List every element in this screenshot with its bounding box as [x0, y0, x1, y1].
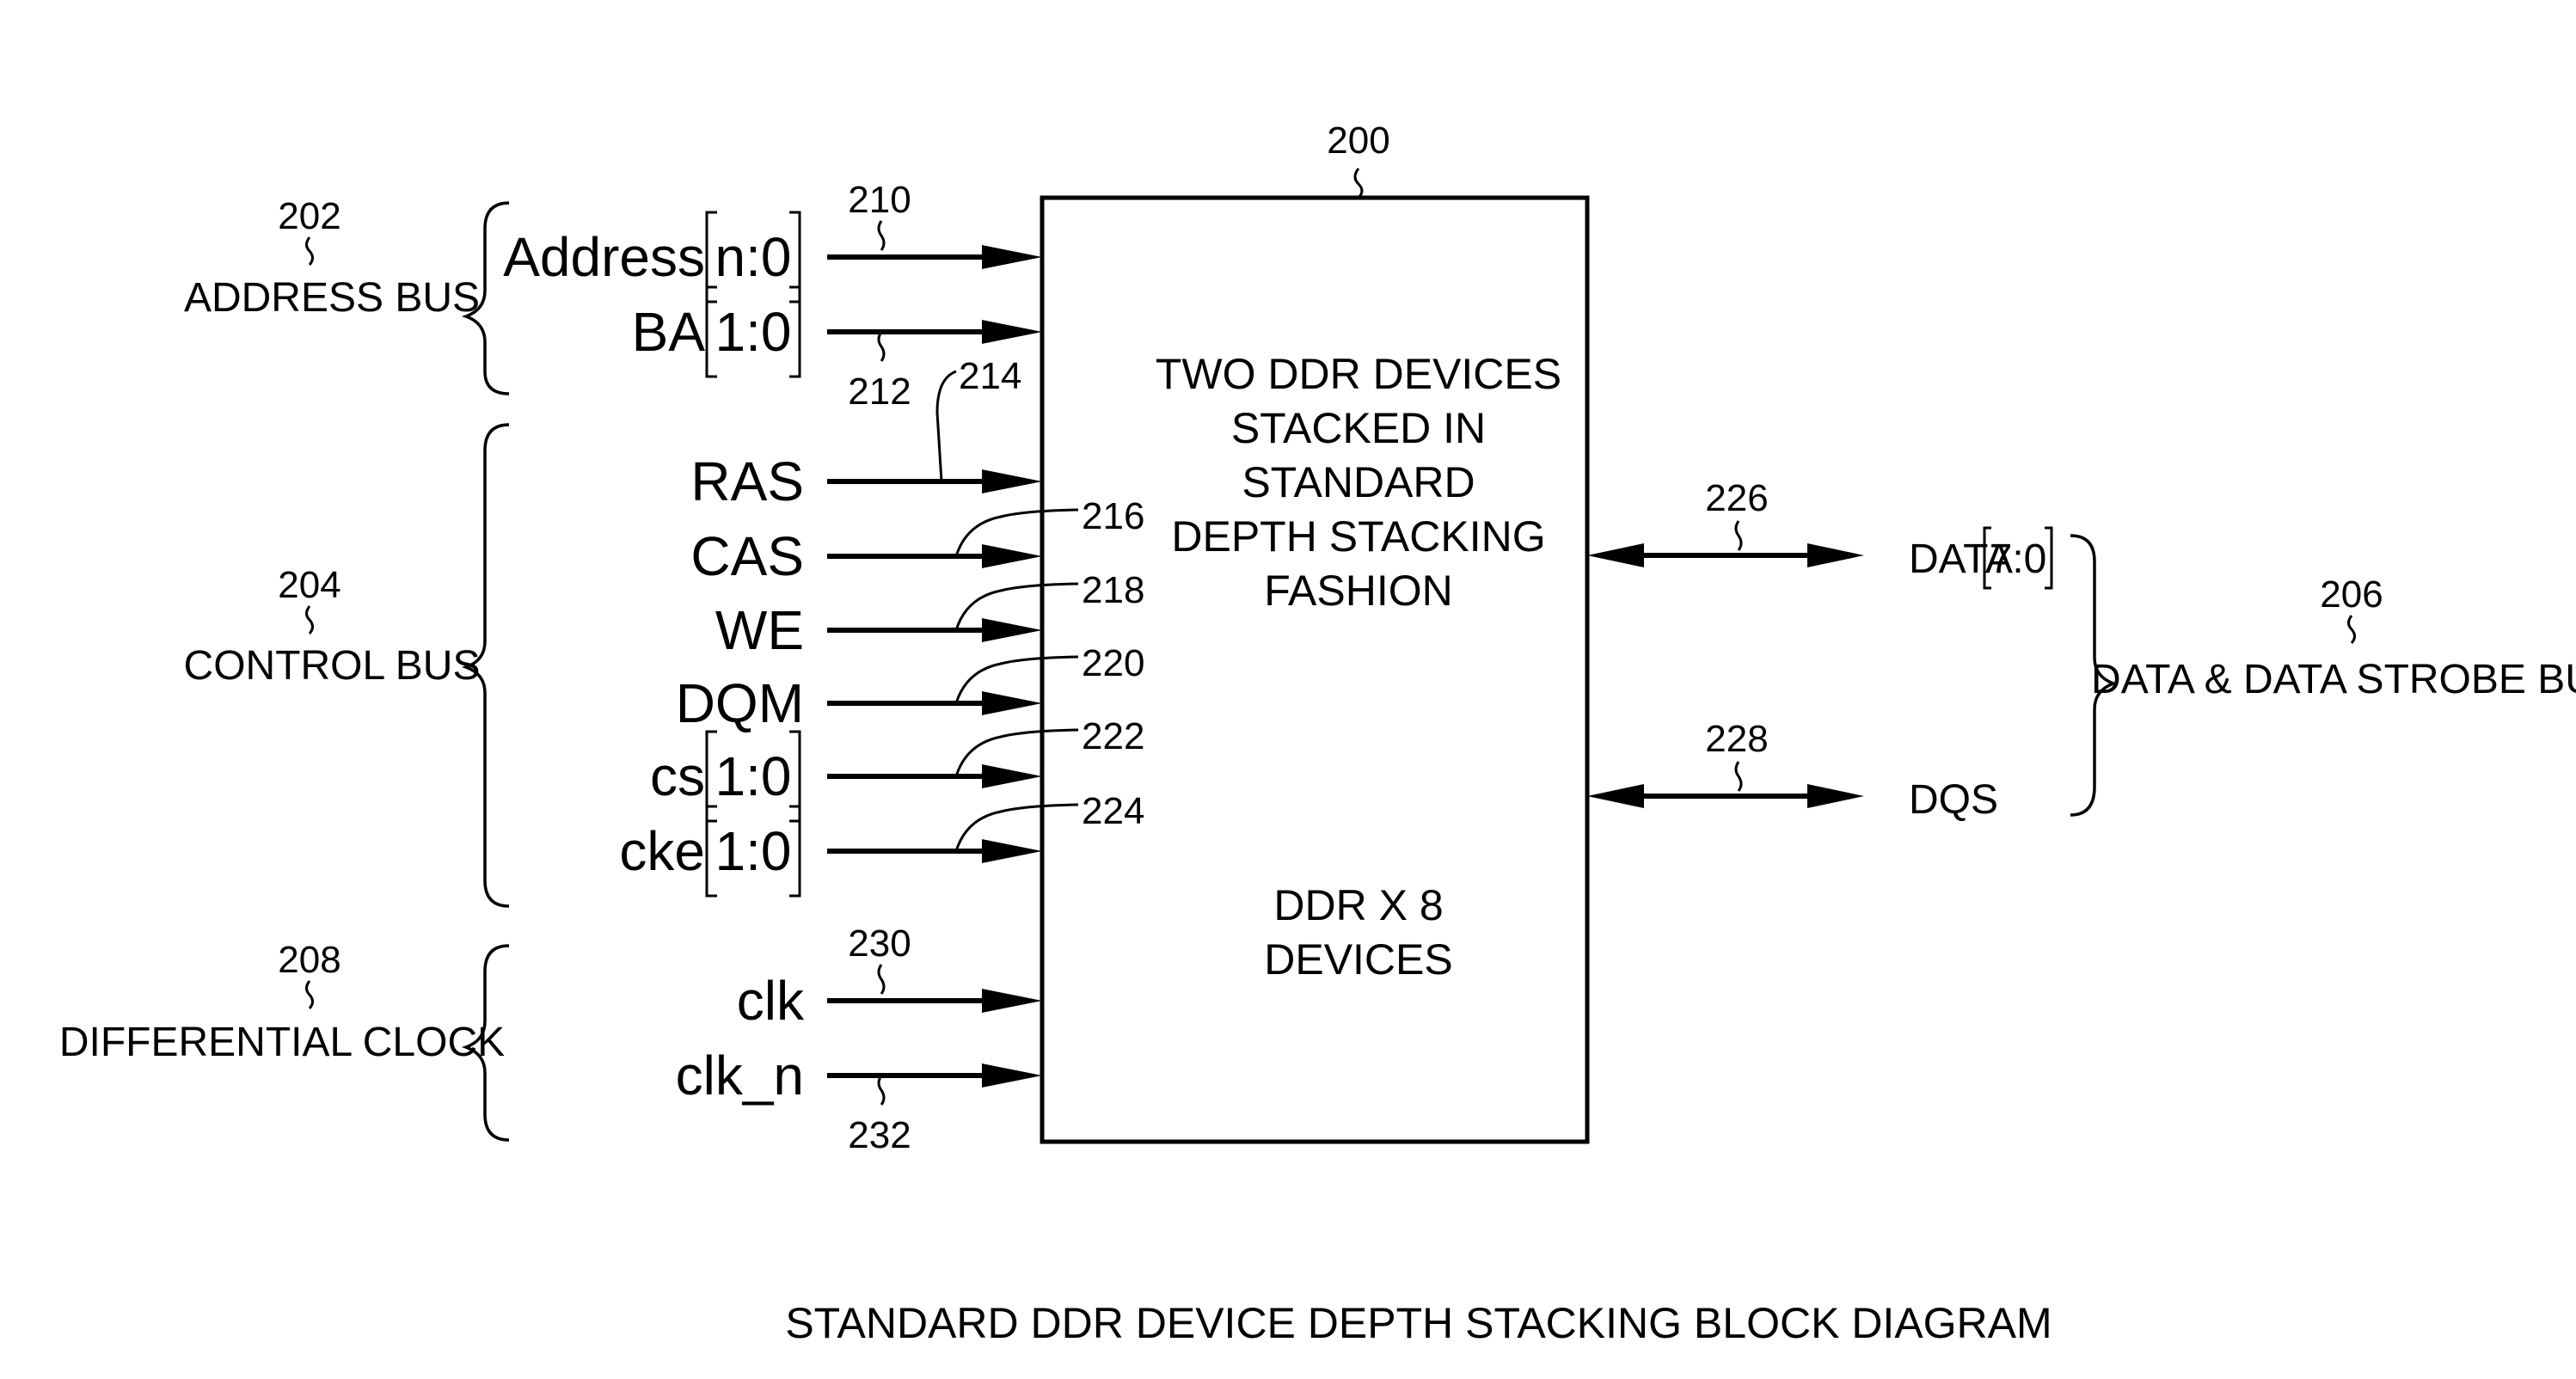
block-device-type: DDR X 8 DEVICES	[1264, 881, 1453, 984]
block-diagram: 200 TWO DDR DEVICES STACKED IN STANDARD …	[59, 120, 2576, 1347]
arrow-right-icon	[982, 764, 1042, 788]
arrow-right-icon	[982, 989, 1042, 1013]
signal-name: RAS	[690, 450, 804, 512]
ref-leader	[954, 508, 1079, 557]
arrow-left-icon	[1587, 784, 1644, 808]
signal-name: cke	[619, 820, 705, 882]
arrow-right-icon	[982, 469, 1042, 493]
signal-name: clk	[737, 970, 805, 1032]
group-address-bus: 202 ADDRESS BUS	[184, 195, 480, 321]
ref-208: 208	[278, 939, 340, 981]
ref-230: 230	[848, 922, 911, 965]
block-text-line: STACKED IN	[1231, 404, 1486, 452]
signal-range: n:0	[715, 226, 792, 288]
signal-name: DQS	[1909, 777, 1998, 823]
group-differential-clock: 208 DIFFERENTIAL CLOCK	[59, 939, 505, 1065]
ref-leader	[877, 220, 886, 251]
arrow-right-icon	[982, 618, 1042, 642]
group-label: ADDRESS BUS	[184, 275, 480, 321]
block-text-line: DDR X 8	[1273, 881, 1443, 929]
ref-leader	[877, 1075, 886, 1106]
ref-212: 212	[848, 371, 911, 413]
signal-name: WE	[715, 599, 804, 661]
signal-name: Address	[503, 226, 705, 288]
ref-228: 228	[1705, 718, 1768, 760]
arrow-right-icon	[982, 320, 1042, 344]
ref-leader	[1734, 761, 1743, 792]
block-text-line: DEPTH STACKING	[1171, 512, 1545, 561]
arrow-right-icon	[982, 839, 1042, 863]
block-text-line: STANDARD	[1242, 458, 1475, 506]
ref-232: 232	[848, 1114, 911, 1156]
ref-220: 220	[1082, 642, 1144, 684]
signal-dqs: 228 DQS	[1587, 718, 1998, 823]
arrow-right-icon	[982, 544, 1042, 568]
ref-200: 200	[1327, 120, 1389, 162]
group-label: CONTROL BUS	[184, 643, 481, 689]
signal-name: clk_n	[676, 1045, 804, 1106]
ref-leader-206	[2347, 615, 2356, 644]
output-signals: 226DATA7:0 228 DQS	[1587, 477, 2053, 823]
signal-data: 226DATA7:0	[1587, 477, 2053, 590]
block-description: TWO DDR DEVICES STACKED IN STANDARD DEPT…	[1156, 350, 1561, 615]
arrow-right-icon	[1807, 784, 1864, 808]
ref-leader-200	[1353, 168, 1364, 199]
ref-214: 214	[959, 355, 1021, 397]
ref-202: 202	[278, 195, 340, 237]
arrow-right-icon	[982, 245, 1042, 269]
arrow-right-icon	[1807, 543, 1864, 567]
block-text-line: DEVICES	[1264, 935, 1453, 984]
signal-name: BA	[632, 301, 706, 363]
ref-leader	[1734, 520, 1743, 551]
figure-caption: STANDARD DDR DEVICE DEPTH STACKING BLOCK…	[785, 1299, 2052, 1347]
arrow-right-icon	[982, 1063, 1042, 1088]
signal-range: 1:0	[715, 301, 792, 363]
block-text-line: FASHION	[1264, 567, 1452, 615]
signal-range: 1:0	[715, 820, 792, 882]
ref-leader-208	[305, 980, 314, 1009]
ref-leader	[877, 331, 886, 362]
group-data-strobe-bus: 206 DATA & DATA STROBE BUS	[2091, 573, 2576, 702]
signal-clk-n: clk_n 232	[676, 1045, 1042, 1156]
input-signals: Address n:0210BA 1:0212RAS214CAS216WE218DQ…	[503, 179, 1144, 1156]
signal-address: Address n:0 210	[503, 179, 1042, 303]
group-control-bus: 204 CONTROL BUS	[184, 564, 481, 689]
ref-leader-202	[305, 236, 314, 266]
ref-226: 226	[1705, 477, 1768, 519]
signal-name: DQM	[676, 672, 804, 734]
signal-range: 1:0	[715, 745, 792, 807]
ref-leader	[954, 728, 1079, 777]
ref-leader	[954, 803, 1079, 852]
signal-name: cs	[650, 745, 705, 807]
ref-leader	[954, 655, 1079, 704]
ref-leader	[877, 964, 886, 995]
signal-name: CAS	[690, 525, 804, 587]
ref-216: 216	[1082, 495, 1144, 537]
block-text-line: TWO DDR DEVICES	[1156, 350, 1561, 398]
ref-leader	[935, 370, 957, 482]
arrow-right-icon	[982, 691, 1042, 715]
ref-leader	[954, 582, 1079, 631]
ref-204: 204	[278, 564, 340, 606]
group-label: DIFFERENTIAL CLOCK	[59, 1020, 505, 1065]
ref-222: 222	[1082, 715, 1144, 757]
ref-224: 224	[1082, 790, 1144, 832]
group-label: DATA & DATA STROBE BUS	[2091, 657, 2576, 702]
arrow-left-icon	[1587, 543, 1644, 567]
signal-clk: clk 230	[737, 922, 1042, 1032]
ref-leader-204	[305, 605, 314, 634]
ref-218: 218	[1082, 569, 1144, 611]
ref-210: 210	[848, 179, 911, 221]
ref-206: 206	[2320, 573, 2383, 616]
signal-range: 7:0	[1990, 536, 2047, 582]
